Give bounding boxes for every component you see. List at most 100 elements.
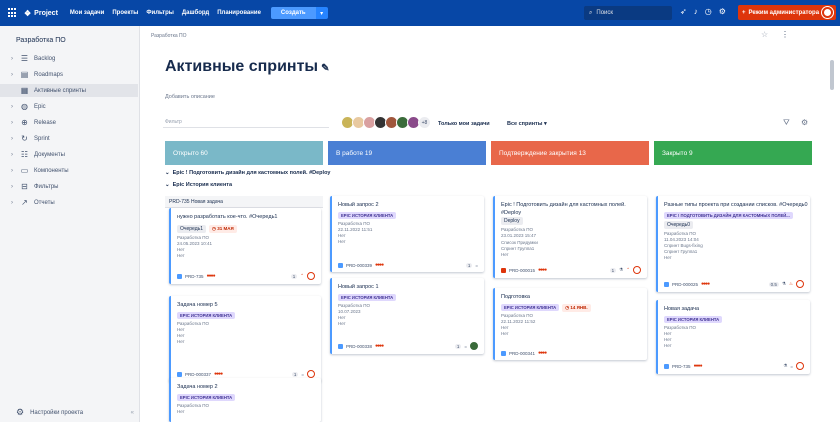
chevron-right-icon[interactable]: › (6, 152, 18, 158)
breadcrumb[interactable]: Разработка ПО (151, 33, 187, 39)
chevron-down-icon[interactable]: ⌄ (165, 182, 170, 188)
add-description-field[interactable]: Добавить описание (165, 94, 215, 100)
due-date-badge: ◷ 31 МАЯ (209, 224, 237, 233)
priority-medium-icon: = (790, 363, 793, 369)
chevron-right-icon[interactable]: › (6, 56, 18, 62)
assignee-avatar[interactable] (633, 266, 641, 274)
meta-line: Нет (501, 251, 509, 257)
card-key[interactable]: PRD-000025 (672, 282, 698, 287)
user-avatar[interactable] (822, 7, 833, 18)
chevron-right-icon[interactable]: › (6, 136, 18, 142)
epic-swimlane-header[interactable]: ⌄ Epic ! Подготовить дизайн для кастомны… (165, 170, 331, 176)
meta-line: Нет (177, 252, 185, 258)
chevron-right-icon[interactable]: › (6, 104, 18, 110)
task-card[interactable]: Новый запрос 1 EPIC ИСТОРИЯ КЛИЕНТА Разр… (330, 278, 484, 354)
task-card[interactable]: Новая задача EPIC ИСТОРИЯ КЛИЕНТА Разраб… (656, 300, 810, 374)
assignee-avatar[interactable] (470, 342, 478, 350)
chevron-right-icon[interactable]: › (6, 120, 18, 126)
chevron-right-icon[interactable]: › (6, 72, 18, 78)
sidebar-item-release[interactable]: › ⊕ Release (0, 116, 138, 129)
priority-medium-icon: = (464, 343, 467, 349)
search-input[interactable]: ⌕ Поиск (584, 6, 672, 20)
card-key[interactable]: PRD-000341 (509, 351, 535, 356)
filter-input[interactable]: Фильтр (163, 116, 329, 128)
assignee-avatar[interactable] (307, 370, 315, 378)
sidebar-item-label: Roadmaps (34, 71, 64, 78)
only-my-tasks-filter[interactable]: Только мои задачи (438, 121, 490, 127)
due-date-text: 31 МАЯ (217, 225, 234, 231)
edit-pencil-icon[interactable]: ✎ (321, 63, 329, 74)
meta-line: Нет (338, 320, 346, 326)
meta-line: Нет (177, 338, 185, 344)
task-card[interactable]: Подготовка EPIC ИСТОРИЯ КЛИЕНТА ◷ 14 ЯНВ.… (493, 288, 647, 360)
filter-funnel-icon[interactable]: ⛛ (783, 118, 790, 128)
fire-icon: ♨ (788, 281, 793, 286)
card-key[interactable]: PRD-000339 (346, 263, 372, 268)
task-card[interactable]: Разные типы проекта при создании списков… (656, 196, 810, 292)
sidebar-item-reports[interactable]: › ↗ Отчеты (0, 196, 138, 209)
card-key[interactable]: PRD-000337 (185, 372, 211, 377)
board-settings-gear-icon[interactable]: ⚙ (801, 118, 808, 127)
logo-text: Project (34, 9, 58, 17)
nav-my-tasks[interactable]: Мои задачи (70, 10, 104, 16)
assignee-avatar[interactable] (796, 280, 804, 288)
sidebar-item-components[interactable]: › ▭ Компоненты (0, 164, 138, 177)
settings-gear-icon[interactable]: ⚙ (719, 7, 726, 16)
nav-dashboard[interactable]: Дашборд (182, 10, 209, 16)
card-key[interactable]: PRD-000338 (346, 344, 372, 349)
task-card[interactable]: Epic ! Подготовить дизайн для кастомных … (493, 196, 647, 278)
chevron-right-icon[interactable]: › (6, 168, 18, 174)
star-icon[interactable]: ☆ (761, 30, 768, 39)
admin-plus-icon: + (742, 9, 746, 16)
all-sprints-dropdown[interactable]: Все спринты ▾ (507, 121, 547, 127)
epic-label: EPIC ! ПОДГОТОВИТЬ ДИЗАЙН ДЛЯ КАСТОМНЫХ … (664, 211, 793, 219)
project-settings-link[interactable]: ⚙ Настройки проекта « (16, 407, 134, 418)
sidebar-item-filters[interactable]: › ⊟ Фильтры (0, 180, 138, 193)
sidebar: Разработка ПО › ☰ Backlog › ▤ Roadmaps ▦… (0, 26, 140, 422)
sidebar-item-documents[interactable]: › ☷ Документы (0, 148, 138, 161)
task-card[interactable]: Задача номер 5 EPIC ИСТОРИЯ КЛИЕНТА Разр… (169, 296, 321, 382)
task-card[interactable]: нужно разработать кое-что. #Очередь1 Оче… (169, 208, 321, 284)
epic-swimlane-header[interactable]: ⌄ Epic История клиента (165, 182, 232, 188)
queue-chip: Deploy (501, 217, 523, 226)
queue-chip: Очередь1 (177, 224, 207, 233)
collapse-sidebar-icon[interactable]: « (131, 410, 134, 416)
assignee-avatar[interactable] (307, 272, 315, 280)
rocket-icon[interactable]: ➶ (680, 7, 687, 16)
admin-mode-button[interactable]: + Режим администратора (738, 5, 836, 20)
vertical-scrollbar[interactable] (830, 60, 834, 90)
sprint-icon: ↻ (21, 134, 28, 143)
app-switcher-icon[interactable] (8, 8, 18, 18)
nav-planning[interactable]: Планирование (217, 10, 261, 16)
card-meta: Разработка ПО 11.04.2023 14:04 Спринт Bu… (664, 231, 810, 261)
card-key[interactable]: PRD-000015 (509, 268, 535, 273)
card-key[interactable]: PRD-735 (185, 274, 204, 279)
task-card[interactable]: Задача номер 2 EPIC ИСТОРИЯ КЛИЕНТА Разр… (169, 378, 321, 422)
sidebar-item-backlog[interactable]: › ☰ Backlog (0, 52, 138, 65)
more-avatars-count[interactable]: +8 (418, 116, 431, 129)
sidebar-item-sprint[interactable]: › ↻ Sprint (0, 132, 138, 145)
priority-dots-icon: ●●●● (538, 350, 547, 356)
more-options-icon[interactable]: ⋮ (781, 30, 789, 39)
assignee-avatar[interactable] (796, 362, 804, 370)
chevron-right-icon[interactable]: › (6, 184, 18, 190)
create-dropdown-icon[interactable]: ▾ (315, 7, 328, 19)
task-card[interactable]: Новый запрос 2 EPIC ИСТОРИЯ КЛИЕНТА Разр… (330, 196, 484, 272)
chevron-right-icon[interactable]: › (6, 200, 18, 206)
card-footer: PRD-735 ●●●● 1 ⌃ (177, 272, 315, 280)
nav-projects[interactable]: Проекты (112, 10, 138, 16)
create-button[interactable]: Создать (270, 7, 316, 19)
app-logo[interactable]: ❖ Project (8, 8, 58, 18)
epic-label: EPIC ИСТОРИЯ КЛИЕНТА (338, 211, 397, 219)
chevron-down-icon[interactable]: ⌄ (165, 170, 170, 176)
sidebar-item-roadmaps[interactable]: › ▤ Roadmaps (0, 68, 138, 81)
assignee-avatars: +8 (341, 116, 431, 129)
logo-mark-icon: ❖ (24, 8, 32, 18)
notification-bell-icon[interactable]: ♪ (694, 7, 698, 16)
sidebar-item-active-sprints[interactable]: ▦ Активные спринты (0, 84, 138, 97)
sidebar-item-epic[interactable]: › ◍ Epic (0, 100, 138, 113)
nav-filters[interactable]: Фильтры (146, 10, 174, 16)
new-task-row[interactable]: PRD-735 Новая задача (165, 196, 323, 208)
card-key[interactable]: PRD-735 (672, 364, 691, 369)
history-icon[interactable]: ◷ (705, 7, 712, 16)
